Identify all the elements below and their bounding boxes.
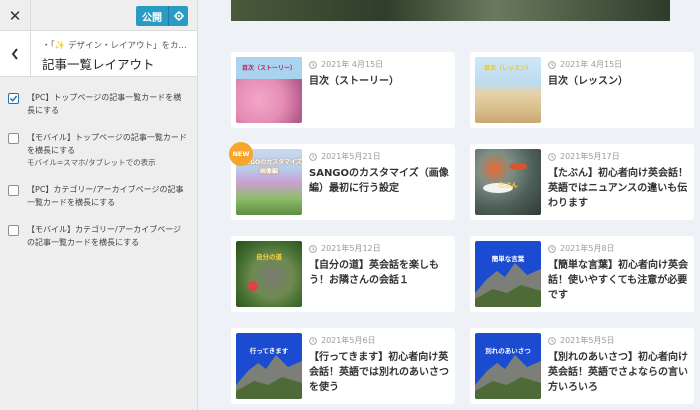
article-thumbnail[interactable]: 簡単な言葉 — [475, 241, 541, 307]
date-text: 2021年5月17日 — [560, 152, 620, 161]
checkbox[interactable] — [8, 225, 19, 236]
clock-icon — [548, 152, 556, 161]
breadcrumb-text: 「✨ デザイン・レイアウト」をカ... — [50, 41, 187, 51]
hero-image — [231, 0, 670, 21]
date-text: 2021年5月21日 — [321, 152, 381, 161]
article-thumbnail[interactable]: 自分の道 — [236, 241, 302, 307]
article-card[interactable]: SANGOのカスタマイズ画像編 NEW 2021年5月21日 SANGOのカスタ… — [229, 142, 455, 220]
date-text: 2021年5月6日 — [321, 336, 376, 345]
date-text: 2021年 4月15日 — [321, 60, 384, 69]
article-date: 2021年5月5日 — [548, 335, 615, 346]
article-card[interactable]: 目次（ストーリー） 2021年 4月15日 目次（ストーリー） — [231, 52, 455, 128]
customizer-panel: ✕ 公開 ・「✨ デザイン・レイアウト」をカ... 記事一覧レイアウト 【PC】… — [0, 0, 198, 410]
check-icon — [9, 95, 18, 102]
section-header: ・「✨ デザイン・レイアウト」をカ... 記事一覧レイアウト — [0, 31, 197, 77]
article-card[interactable]: 目次（レッスン） 2021年 4月15日 目次（レッスン） — [470, 52, 694, 128]
article-date: 2021年 4月15日 — [548, 59, 622, 70]
clock-icon — [309, 60, 317, 69]
publish-button[interactable]: 公開 — [136, 6, 188, 26]
article-title[interactable]: 【自分の道】英会話を楽しもう！お隣さんの会話１ — [309, 258, 451, 288]
close-button[interactable]: ✕ — [0, 0, 31, 31]
thumbnail-text: 別れのあいさつ — [485, 347, 531, 355]
article-thumbnail[interactable]: 目次（レッスン） — [475, 57, 541, 123]
option-description: モバイル=スマホ/タブレットでの表示 — [27, 158, 156, 167]
thumbnail-text: 行ってきます — [249, 347, 289, 355]
option-label: 【モバイル】カテゴリー/アーカイブページの記事一覧カードを横長にする — [27, 225, 182, 247]
publish-label: 公開 — [142, 12, 162, 24]
site-preview: 目次（ストーリー） 2021年 4月15日 目次（ストーリー） 目次（レッスン）… — [199, 0, 700, 410]
thumbnail-text: 自分の道 — [256, 253, 282, 261]
article-title[interactable]: 【簡単な言葉】初心者向け英会話！使いやすくても注意が必要です — [548, 258, 690, 303]
customizer-topbar: ✕ 公開 — [0, 0, 197, 31]
article-thumbnail[interactable]: 目次（ストーリー） — [236, 57, 302, 123]
checkbox[interactable] — [8, 133, 19, 144]
article-card[interactable]: たぶん 2021年5月17日 【たぶん】初心者向け英会話！英語ではニュアンスの違… — [470, 144, 694, 220]
article-date: 2021年5月21日 — [309, 151, 381, 162]
back-button[interactable] — [0, 31, 31, 77]
option-label: 【PC】トップページの記事一覧カードを横長にする — [27, 93, 182, 115]
breadcrumb: ・「✨ デザイン・レイアウト」をカ... — [42, 41, 187, 51]
clock-icon — [309, 152, 317, 161]
article-card[interactable]: 自分の道 2021年5月12日 【自分の道】英会話を楽しもう！お隣さんの会話１ — [231, 236, 455, 312]
article-date: 2021年5月8日 — [548, 243, 615, 254]
article-date: 2021年5月17日 — [548, 151, 620, 162]
date-text: 2021年5月12日 — [321, 244, 381, 253]
clock-icon — [548, 60, 556, 69]
article-date: 2021年 4月15日 — [309, 59, 383, 70]
article-thumbnail[interactable]: たぶん — [475, 149, 541, 215]
article-card[interactable]: 別れのあいさつ 2021年5月5日 【別れのあいさつ】初心者向け英会話！英語でさ… — [470, 328, 694, 404]
article-date: 2021年5月6日 — [309, 335, 376, 346]
option-mobile-category[interactable]: 【モバイル】カテゴリー/アーカイブページの記事一覧カードを横長にする — [8, 223, 187, 249]
clock-icon — [309, 336, 317, 345]
checkbox[interactable] — [8, 93, 19, 104]
option-label: 【PC】カテゴリー/アーカイブページの記事一覧カードを横長にする — [27, 185, 184, 207]
article-card[interactable]: 行ってきます 2021年5月6日 【行ってきます】初心者向け英会話！英語では別れ… — [231, 328, 455, 404]
article-title[interactable]: 目次（ストーリー） — [309, 74, 451, 89]
options-list: 【PC】トップページの記事一覧カードを横長にする 【モバイル】トップページの記事… — [0, 77, 197, 249]
article-card[interactable]: 簡単な言葉 2021年5月8日 【簡単な言葉】初心者向け英会話！使いやすくても注… — [470, 236, 694, 312]
date-text: 2021年 4月15日 — [560, 60, 623, 69]
article-title[interactable]: 【たぶん】初心者向け英会話！英語ではニュアンスの違いも伝わります — [548, 166, 690, 211]
article-title[interactable]: SANGOのカスタマイズ（画像編）最初に行う設定 — [309, 166, 451, 196]
thumbnail-text: 簡単な言葉 — [491, 255, 525, 263]
article-thumbnail[interactable]: 別れのあいさつ — [475, 333, 541, 399]
thumbnail-text: 目次（レッスン） — [483, 65, 532, 72]
clock-icon — [309, 244, 317, 253]
new-badge: NEW — [229, 142, 253, 166]
gear-icon[interactable] — [168, 6, 188, 26]
thumbnail-text: たぶん — [498, 181, 518, 189]
option-pc-top[interactable]: 【PC】トップページの記事一覧カードを横長にする — [8, 91, 187, 117]
option-pc-category[interactable]: 【PC】カテゴリー/アーカイブページの記事一覧カードを横長にする — [8, 183, 187, 209]
article-title[interactable]: 【行ってきます】初心者向け英会話！英語では別れのあいさつを使う — [309, 350, 451, 395]
article-title[interactable]: 【別れのあいさつ】初心者向け英会話！英語でさよならの言い方いろいろ — [548, 350, 690, 395]
clock-icon — [548, 336, 556, 345]
checkbox[interactable] — [8, 185, 19, 196]
chevron-left-icon — [11, 48, 18, 60]
date-text: 2021年5月5日 — [560, 336, 615, 345]
option-label: 【モバイル】トップページの記事一覧カードを横長にする — [27, 133, 187, 155]
article-date: 2021年5月12日 — [309, 243, 381, 254]
close-icon: ✕ — [8, 6, 22, 25]
option-mobile-top[interactable]: 【モバイル】トップページの記事一覧カードを横長にする モバイル=スマホ/タブレッ… — [8, 131, 187, 169]
clock-icon — [548, 244, 556, 253]
date-text: 2021年5月8日 — [560, 244, 615, 253]
section-title: 記事一覧レイアウト — [42, 57, 155, 72]
article-title[interactable]: 目次（レッスン） — [548, 74, 690, 89]
thumbnail-text: 目次（ストーリー） — [241, 65, 296, 72]
article-thumbnail[interactable]: 行ってきます — [236, 333, 302, 399]
